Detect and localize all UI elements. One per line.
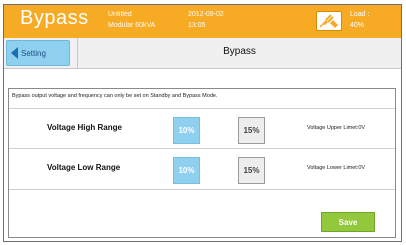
page-title: Bypass <box>223 46 256 57</box>
back-to-setting-button[interactable]: Setting <box>6 40 70 66</box>
low-range-option-15[interactable]: 15% <box>238 157 265 184</box>
power-plug-icon[interactable] <box>316 11 342 31</box>
info-text: Bypass output voltage and frequency can … <box>12 93 218 99</box>
load-value: 40% <box>350 22 365 29</box>
back-arrow-icon <box>11 47 18 59</box>
app-window: Bypass Untitled Modular 60kVA 2012-09-02… <box>3 4 402 242</box>
high-range-option-10[interactable]: 10% <box>173 117 200 144</box>
voltage-high-range-row: Voltage High Range 10% 15% Voltage Upper… <box>9 108 395 149</box>
voltage-upper-limit: Voltage Upper Limet:0V <box>307 125 366 131</box>
voltage-high-range-label: Voltage High Range <box>47 123 122 132</box>
nav-bar: Setting Bypass <box>4 38 401 69</box>
voltage-lower-limit: Voltage Lower Limet:0V <box>307 165 366 171</box>
header-bar: Bypass Untitled Modular 60kVA 2012-09-02… <box>4 5 401 38</box>
device-name: Untitled <box>108 11 132 18</box>
time-text: 13:05 <box>188 22 206 29</box>
app-title: Bypass <box>20 7 89 29</box>
date-text: 2012-09-02 <box>188 11 224 18</box>
load-label: Load : <box>350 11 370 18</box>
voltage-low-range-label: Voltage Low Range <box>47 163 121 172</box>
back-button-label: Setting <box>21 48 46 58</box>
save-button[interactable]: Save <box>321 212 375 232</box>
high-range-option-15[interactable]: 15% <box>238 117 265 144</box>
device-info: Untitled Modular 60kVA <box>108 9 155 31</box>
date-time: 2012-09-02 13:05 <box>188 9 224 31</box>
voltage-low-range-row: Voltage Low Range 10% 15% Voltage Lower … <box>9 149 395 190</box>
device-model: Modular 60kVA <box>108 22 156 29</box>
load-readout: Load : 40% <box>350 9 369 31</box>
bypass-settings-panel: Bypass output voltage and frequency can … <box>8 88 396 238</box>
low-range-option-10[interactable]: 10% <box>173 157 200 184</box>
